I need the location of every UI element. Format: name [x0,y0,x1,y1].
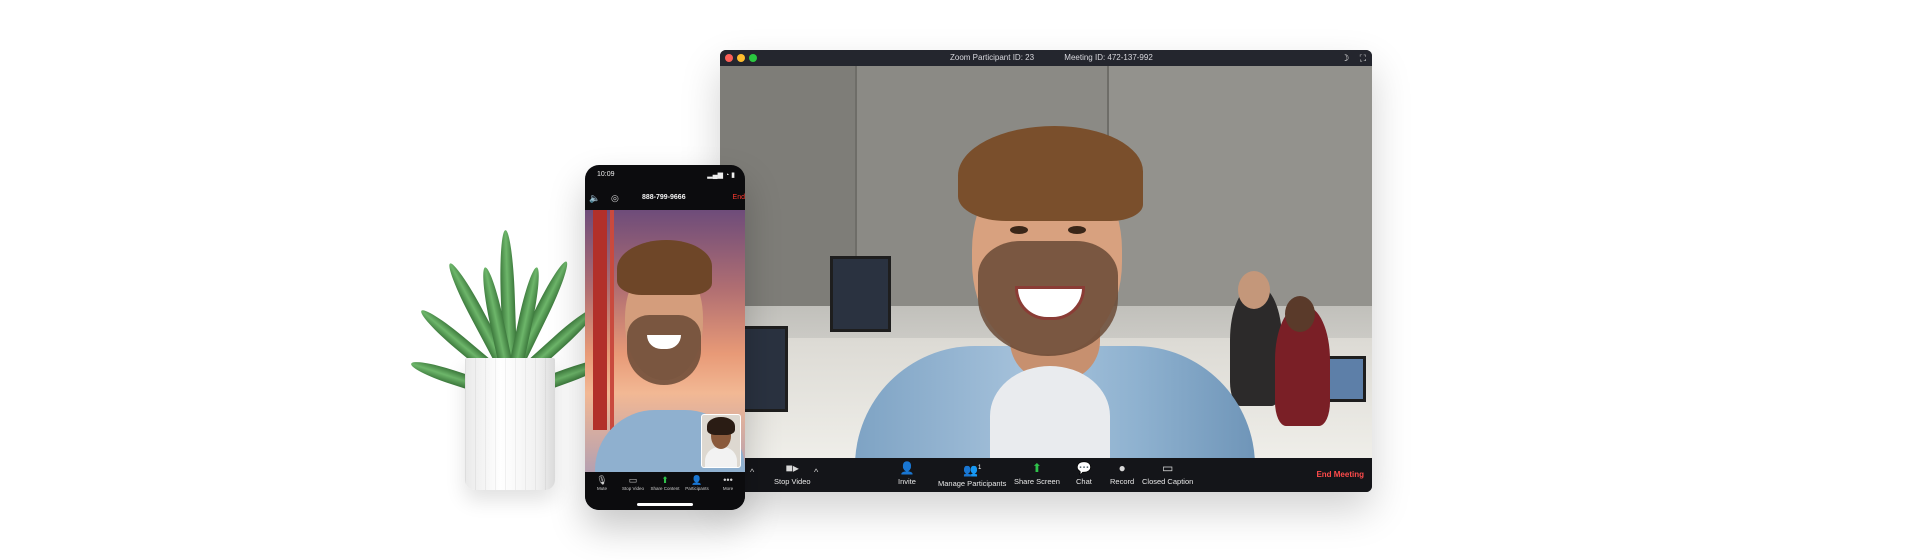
participants-icon: 👥1 [963,463,982,477]
phone-stop-video-button[interactable]: ▭ Stop Video [618,475,648,491]
record-button[interactable]: ● Record [1110,461,1134,486]
maximize-window-button[interactable] [749,54,757,62]
manage-participants-button[interactable]: 👥1 Manage Participants [938,461,1006,488]
phone-more-label: More [722,486,734,491]
invite-button[interactable]: 👤 Invite [898,461,916,486]
invite-label: Invite [898,477,916,486]
close-window-button[interactable] [725,54,733,62]
meeting-id-label: Meeting ID: 472-137-992 [1064,53,1153,62]
closed-caption-label: Closed Caption [1142,477,1194,486]
moon-icon[interactable]: ☽ [1341,53,1349,63]
more-dots-icon: ••• [723,475,733,485]
phone-meeting-screen: 10:09 ▂▄▆ ◔ ▮ 🔈 ◎ 888-799-9666 End 🎙 Mut… [585,165,745,510]
closed-caption-button[interactable]: ▭ Closed Caption [1142,461,1193,486]
video-camera-icon: ▭ [628,475,638,485]
phone-meeting-number: 888-799-9666 [642,194,686,201]
stop-video-button[interactable]: ■▸ Stop Video [774,461,811,486]
phone-more-button[interactable]: ••• More [713,475,743,491]
decorative-plant [408,210,611,500]
phone-participants-label: Participants [685,486,709,491]
record-label: Record [1110,477,1135,486]
manage-participants-label: Manage Participants [938,479,1007,488]
phone-toolbar: 🎙 Mute ▭ Stop Video ⬆ Share Content 👤 Pa… [585,472,745,510]
switch-camera-icon[interactable]: ◎ [611,193,619,204]
phone-status-icons: ▂▄▆ ◔ ▮ [707,172,735,179]
closed-caption-icon: ▭ [1161,461,1174,475]
share-screen-button[interactable]: ⬆ Share Screen [1014,461,1060,486]
video-camera-icon: ■▸ [785,461,799,475]
add-person-icon: 👤 [899,461,915,475]
end-meeting-button[interactable]: End Meeting [1316,470,1364,479]
share-icon: ⬆ [661,475,669,485]
phone-end-button[interactable]: End [733,194,745,201]
video-options-caret-icon[interactable]: ^ [814,467,818,477]
stop-video-label: Stop Video [774,477,811,486]
main-video-feed [720,66,1372,458]
chat-bubble-icon: 💬 [1076,461,1092,475]
phone-share-content-button[interactable]: ⬆ Share Content [650,475,680,491]
meeting-toolbar: ^ ■▸ Stop Video ^ 👤 Invite 👥1 Manage Par… [720,458,1372,492]
phone-call-header: 🔈 ◎ 888-799-9666 End [585,191,745,207]
participants-icon: 👤 [691,475,703,485]
share-screen-icon: ⬆ [1031,461,1042,475]
share-screen-label: Share Screen [1014,477,1060,486]
home-indicator[interactable] [637,503,693,506]
microphone-icon: 🎙 [596,475,608,485]
phone-participants-button[interactable]: 👤 Participants [682,475,712,491]
phone-mute-button[interactable]: 🎙 Mute [587,475,617,491]
desktop-meeting-window: Zoom Participant ID: 23 Meeting ID: 472-… [720,50,1372,492]
minimize-window-button[interactable] [737,54,745,62]
window-title: Zoom Participant ID: 23 Meeting ID: 472-… [950,50,1181,66]
participants-count-badge: 1 [977,465,982,471]
participant-id-label: Zoom Participant ID: 23 [950,53,1035,62]
window-titlebar: Zoom Participant ID: 23 Meeting ID: 472-… [720,50,1372,66]
record-icon: ● [1118,461,1126,475]
audio-options-caret-icon[interactable]: ^ [750,467,754,477]
phone-stop-video-label: Stop Video [622,486,644,491]
phone-time: 10:09 [597,171,615,178]
chat-label: Chat [1076,477,1092,486]
fullscreen-icon[interactable]: ⛶ [1360,53,1366,63]
phone-mute-label: Mute [596,486,607,491]
chat-button[interactable]: 💬 Chat [1076,461,1092,486]
self-view-thumbnail[interactable] [701,414,741,468]
phone-share-content-label: Share Content [650,486,680,491]
phone-video-feed [585,210,745,472]
speaker-icon[interactable]: 🔈 [589,193,600,204]
